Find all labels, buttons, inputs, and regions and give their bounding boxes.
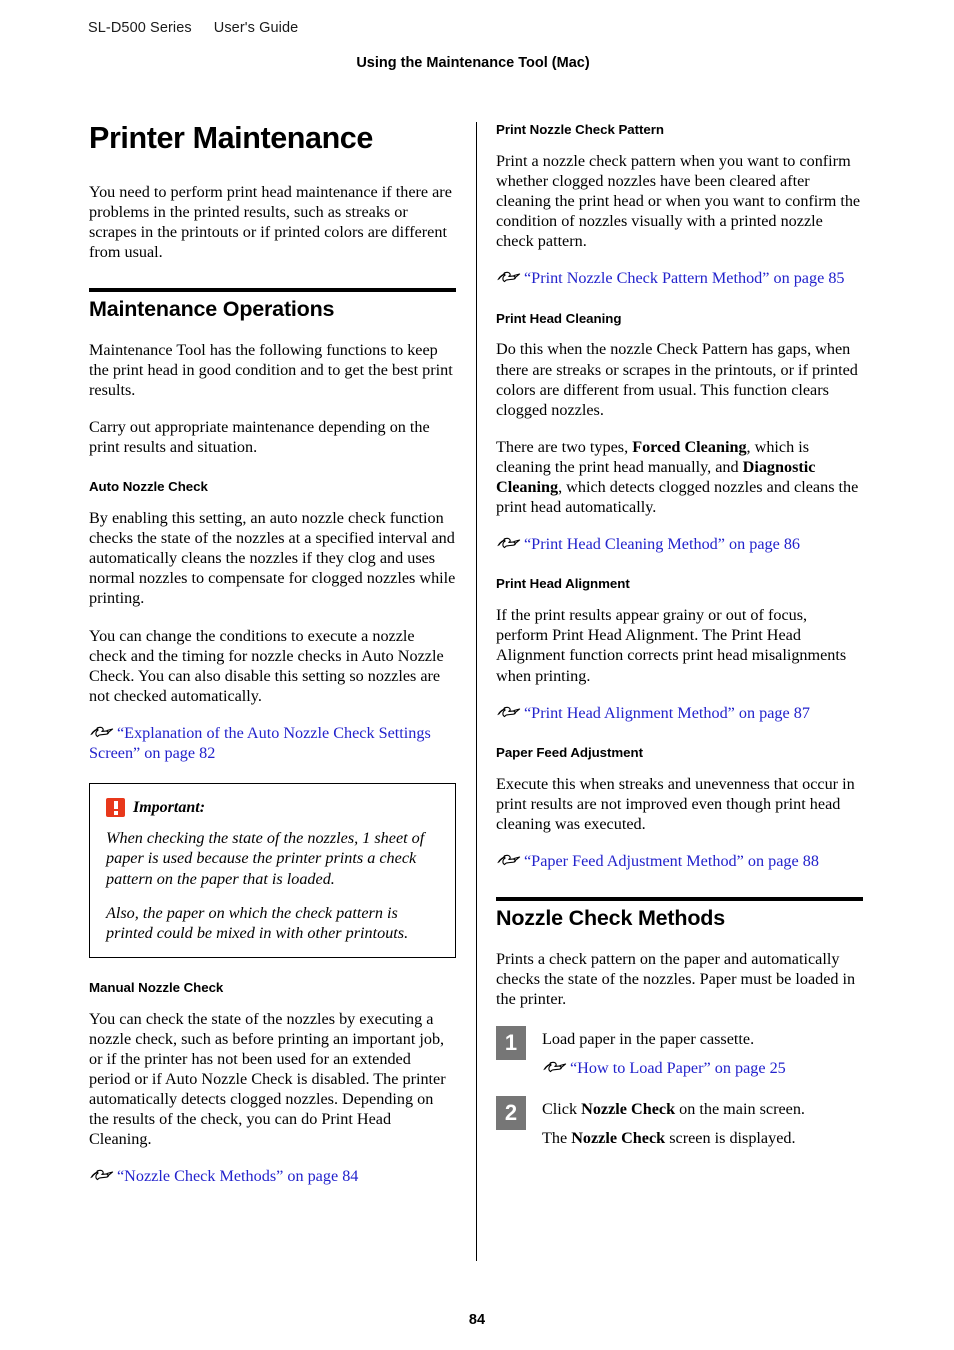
xref-link-text[interactable]: “Paper Feed Adjustment Method” on page 8… <box>524 852 819 870</box>
right-column: Print Nozzle Check Pattern Print a nozzl… <box>496 122 863 1166</box>
subheading-print-head-cleaning: Print Head Cleaning <box>496 310 622 326</box>
step-1-text: Load paper in the paper cassette. <box>542 1030 755 1049</box>
subheading-print-nozzle-check-pattern: Print Nozzle Check Pattern <box>496 122 664 137</box>
page-number: 84 <box>468 1312 486 1328</box>
maintenance-operations-para-2: Carry out appropriate maintenance depend… <box>89 417 430 457</box>
step-2-result-c: screen is displayed. <box>665 1129 796 1148</box>
phc-term-forced-cleaning: Forced Cleaning <box>632 437 747 456</box>
pointing-hand-icon <box>496 537 521 550</box>
auto-nozzle-check-para-1: By enabling this setting, an auto nozzle… <box>89 509 456 608</box>
xref-print-nozzle-check-pattern-method[interactable]: “Print Nozzle Check Pattern Method” on p… <box>496 268 863 288</box>
subheading-paper-feed-adjustment: Paper Feed Adjustment <box>496 744 643 760</box>
section-heading-nozzle-check-methods: Nozzle Check Methods <box>496 906 725 931</box>
print-head-alignment-para-1: If the print results appear grainy or ou… <box>496 606 847 685</box>
important-callout-para-2: Also, the paper on which the check patte… <box>106 903 409 943</box>
guide-label: User's Guide <box>213 20 299 36</box>
important-exclamation-icon <box>106 798 125 818</box>
xref-link-text[interactable]: “How to Load Paper” on page 25 <box>570 1059 786 1077</box>
subheading-print-head-alignment: Print Head Alignment <box>496 576 630 592</box>
section-rule <box>496 897 863 902</box>
xref-link-text[interactable]: “Explanation of the Auto Nozzle Check Se… <box>89 724 431 762</box>
xref-nozzle-check-methods[interactable]: “Nozzle Check Methods” on page 84 <box>89 1166 456 1186</box>
print-nozzle-check-pattern-para-1: Print a nozzle check pattern when you wa… <box>496 151 861 251</box>
xref-print-head-alignment-method[interactable]: “Print Head Alignment Method” on page 87 <box>496 703 863 723</box>
xref-how-to-load-paper[interactable]: “How to Load Paper” on page 25 <box>542 1058 863 1078</box>
pointing-hand-icon <box>89 1169 114 1182</box>
page-title: Printer Maintenance <box>89 121 373 155</box>
print-head-cleaning-para-2: There are two types, Forced Cleaning, wh… <box>496 437 863 517</box>
chapter-title: Using the Maintenance Tool (Mac) <box>356 55 590 71</box>
page-header: SL-D500 Series User's Guide Using the Mai… <box>88 20 878 80</box>
step-2-result-a: The <box>542 1129 572 1148</box>
important-callout-header: Important: <box>106 798 439 818</box>
section-rule <box>89 287 456 292</box>
auto-nozzle-check-para-2: You can change the conditions to execute… <box>89 626 444 705</box>
paper-feed-adjustment-para-1: Execute this when streaks and unevenness… <box>496 774 855 833</box>
maintenance-operations-heading-block: Maintenance Operations <box>89 287 456 322</box>
intro-paragraph: You need to perform print head maintenan… <box>89 182 452 261</box>
step-number-badge: 1 <box>496 1026 526 1061</box>
nozzle-check-methods-intro: Prints a check pattern on the paper and … <box>496 949 856 1008</box>
xref-link-text[interactable]: “Nozzle Check Methods” on page 84 <box>117 1167 358 1185</box>
pointing-hand-icon <box>496 271 521 284</box>
step-2-text-a: Click <box>542 1100 582 1119</box>
pointing-hand-icon <box>542 1061 567 1074</box>
important-callout: Important: When checking the state of th… <box>89 783 456 958</box>
xref-paper-feed-adjustment-method[interactable]: “Paper Feed Adjustment Method” on page 8… <box>496 851 863 871</box>
step-content: Click Nozzle Check on the main screen. T… <box>542 1096 863 1148</box>
xref-print-head-cleaning-method[interactable]: “Print Head Cleaning Method” on page 86 <box>496 534 863 554</box>
step-2-term-nozzle-check: Nozzle Check <box>581 1100 676 1119</box>
phc-text-a: There are two types, <box>496 437 633 456</box>
step-2-text: Click Nozzle Check on the main screen. <box>542 1099 863 1119</box>
step-item: 1 Load paper in the paper cassette. “How… <box>496 1026 863 1078</box>
step-2-result-text: The Nozzle Check screen is displayed. <box>542 1128 863 1148</box>
product-series-label: SL-D500 Series <box>88 20 192 36</box>
pointing-hand-icon <box>496 706 521 719</box>
xref-auto-nozzle-check-settings[interactable]: “Explanation of the Auto Nozzle Check Se… <box>89 723 456 763</box>
manual-nozzle-check-para-1: You can check the state of the nozzles b… <box>89 1009 446 1149</box>
pointing-hand-icon <box>89 726 114 739</box>
step-number-badge: 2 <box>496 1096 526 1131</box>
print-head-cleaning-para-1: Do this when the nozzle Check Pattern ha… <box>496 340 858 419</box>
section-heading-maintenance-operations: Maintenance Operations <box>89 296 335 321</box>
page-body: Printer Maintenance You need to perform … <box>0 121 954 1267</box>
step-2-text-c: on the main screen. <box>675 1100 805 1119</box>
nozzle-check-methods-heading-block: Nozzle Check Methods <box>496 897 863 931</box>
left-column: Printer Maintenance You need to perform … <box>89 121 456 1203</box>
subheading-manual-nozzle-check: Manual Nozzle Check <box>89 979 224 995</box>
maintenance-operations-para-1: Maintenance Tool has the following funct… <box>89 340 453 399</box>
step-item: 2 Click Nozzle Check on the main screen.… <box>496 1096 863 1148</box>
xref-link-text[interactable]: “Print Head Cleaning Method” on page 86 <box>524 535 800 553</box>
subheading-auto-nozzle-check: Auto Nozzle Check <box>89 479 208 495</box>
step-2-result-term: Nozzle Check <box>571 1129 666 1148</box>
pointing-hand-icon <box>496 854 521 867</box>
xref-link-text[interactable]: “Print Head Alignment Method” on page 87 <box>524 704 810 722</box>
step-content: Load paper in the paper cassette. “How t… <box>542 1026 863 1078</box>
xref-link-text[interactable]: “Print Nozzle Check Pattern Method” on p… <box>524 269 845 287</box>
important-callout-para-1: When checking the state of the nozzles, … <box>106 829 425 888</box>
column-divider <box>476 122 477 1261</box>
important-callout-title: Important: <box>133 798 206 816</box>
header-left: SL-D500 Series User's Guide <box>88 20 878 36</box>
